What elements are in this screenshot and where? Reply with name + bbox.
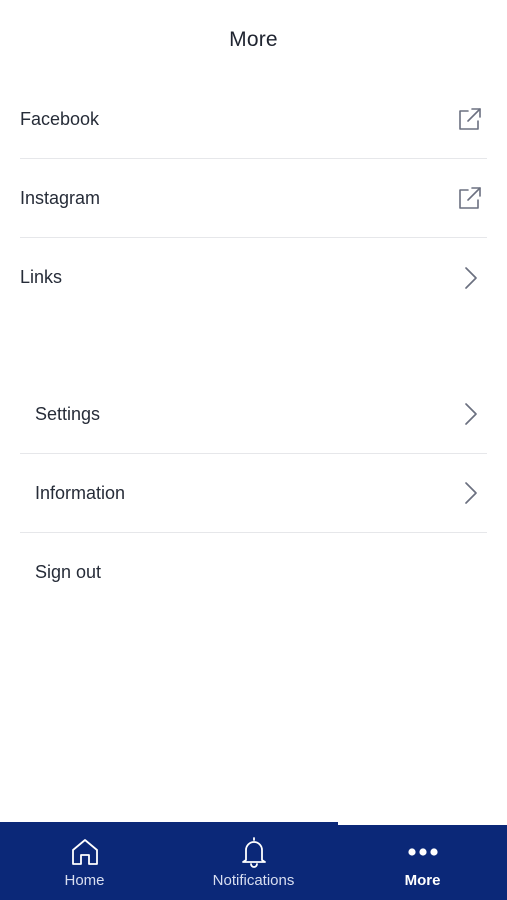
- top-bar: More: [0, 0, 507, 80]
- external-link-icon: [455, 104, 485, 134]
- sign-out-label: Sign out: [35, 562, 102, 582]
- home-icon: [70, 836, 100, 868]
- list-item-label: Instagram: [20, 187, 101, 208]
- list-item-label: Information: [35, 482, 126, 503]
- list-item-label: Settings: [35, 403, 101, 424]
- sign-out-button[interactable]: Sign out: [20, 533, 487, 612]
- bell-icon: [239, 836, 269, 868]
- list-item-facebook[interactable]: Facebook: [20, 80, 487, 159]
- tab-label: More: [404, 872, 441, 889]
- list-item-instagram[interactable]: Instagram: [20, 159, 487, 238]
- page-title: More: [229, 28, 278, 51]
- bottom-tab-bar: Home Notifications More: [0, 822, 507, 900]
- list-item-label: Facebook: [20, 108, 100, 129]
- list-item-information[interactable]: Information: [20, 454, 487, 533]
- tab-label: Notifications: [212, 872, 295, 889]
- external-link-icon: [455, 183, 485, 213]
- list-item-settings[interactable]: Settings: [20, 375, 487, 454]
- tab-more[interactable]: More: [338, 822, 507, 900]
- more-dots-icon: [407, 836, 439, 868]
- tab-label: Home: [64, 872, 105, 889]
- account-list: Settings Information Sign out: [20, 375, 487, 612]
- list-item-label: Links: [20, 267, 63, 287]
- tab-notifications[interactable]: Notifications: [169, 822, 338, 900]
- chevron-right-icon: [455, 263, 485, 293]
- chevron-right-icon: [455, 399, 485, 429]
- active-tab-indicator: [338, 822, 507, 825]
- list-item-links[interactable]: Links: [20, 238, 487, 317]
- social-links-list: Facebook Instagram Links: [20, 80, 487, 317]
- chevron-right-icon: [455, 478, 485, 508]
- tab-home[interactable]: Home: [0, 822, 169, 900]
